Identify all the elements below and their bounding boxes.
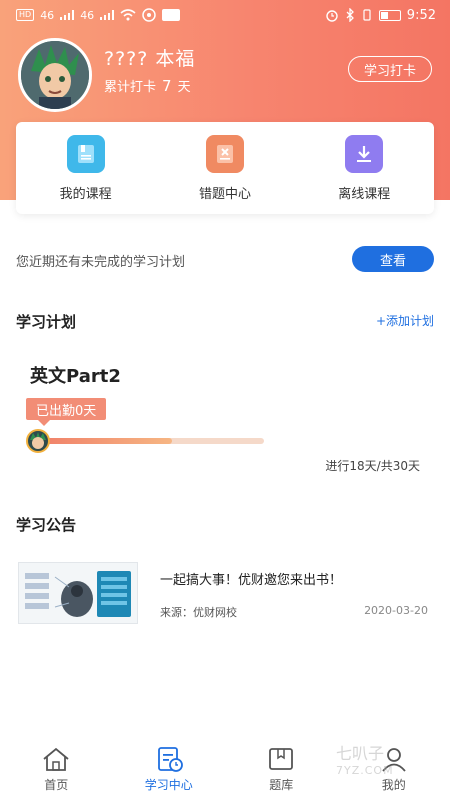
question-bank-icon: [269, 747, 294, 770]
watermark-sub: 7YZ.COM: [336, 764, 394, 777]
watermark: 七叭子 7YZ.COM: [336, 740, 394, 777]
progress-avatar-icon: [26, 429, 50, 453]
quick-link-offline-courses[interactable]: 离线课程: [304, 134, 424, 202]
announcement-source: 来源：优财网校: [160, 606, 237, 619]
user-name: ???? 本福: [104, 48, 196, 70]
announcement-title: 学习公告: [16, 516, 77, 534]
quick-link-wrong-questions[interactable]: 错题中心: [165, 134, 285, 202]
checkin-days: 7: [162, 77, 172, 95]
checkin-label: 累计打卡: [104, 80, 157, 95]
battery-icon: [378, 9, 401, 21]
nav-label: 首页: [44, 777, 69, 792]
status-bar: HD 46 46 9:52: [0, 0, 450, 30]
nav-home[interactable]: 首页: [6, 746, 106, 793]
status-time: 9:52: [406, 7, 436, 23]
announcement-thumbnail[interactable]: [18, 562, 138, 624]
avatar-character-icon: [21, 41, 89, 109]
plan-notice-text: 您近期还有未完成的学习计划: [16, 255, 186, 270]
quick-links-card: 我的课程 错题中心 离线课程: [16, 122, 434, 214]
quick-link-label: 错题中心: [198, 186, 251, 202]
quick-link-label: 我的课程: [59, 186, 112, 202]
announcement-date: 2020-03-20: [364, 604, 428, 617]
home-icon: [43, 747, 69, 771]
signal-icon-2: [100, 10, 115, 20]
nav-label: 我的: [381, 777, 406, 792]
nav-label: 题库: [269, 777, 294, 792]
attendance-badge: 已出勤0天: [26, 398, 107, 426]
announcement-diagram-icon: [25, 571, 131, 617]
quick-link-label: 离线课程: [338, 186, 391, 202]
bluetooth-icon: [346, 8, 354, 22]
plan-progress-fill: [34, 438, 172, 444]
checkin-unit: 天: [177, 80, 191, 95]
signal-4g-label-1: 46: [40, 8, 55, 22]
alarm-icon: [326, 10, 338, 22]
course-book-icon: [66, 134, 105, 173]
vibrate-icon: [363, 9, 371, 21]
nav-label: 学习中心: [144, 777, 193, 792]
nav-question-bank[interactable]: 题库: [231, 746, 331, 793]
plan-progress-bar: [26, 429, 264, 453]
quick-link-my-courses[interactable]: 我的课程: [26, 134, 146, 202]
signal-icon: [60, 10, 75, 20]
add-plan-link[interactable]: +添加计划: [376, 312, 434, 329]
announcement-item-title[interactable]: 一起搞大事！优财邀您来出书！: [160, 569, 342, 588]
watermark-text: 七叭子: [336, 744, 385, 763]
checkin-total: 累计打卡 7 天: [104, 76, 191, 95]
hd-indicator: HD: [16, 9, 35, 21]
study-center-icon: [157, 746, 183, 772]
view-plan-button[interactable]: 查看: [352, 246, 434, 272]
nav-study-center[interactable]: 学习中心: [119, 746, 219, 793]
signal-4g-label-2: 46: [80, 8, 95, 22]
app-badge-icon: [162, 9, 181, 21]
wrong-questions-icon: [205, 134, 244, 173]
status-right: 9:52: [325, 8, 436, 23]
status-left: HD 46 46: [16, 8, 181, 22]
wifi-icon: [120, 9, 136, 21]
app-notification-icon: [142, 8, 156, 22]
course-title[interactable]: 英文Part2: [30, 362, 121, 388]
study-plan-title: 学习计划: [16, 313, 77, 331]
avatar[interactable]: [18, 38, 92, 112]
progress-text: 进行18天/共30天: [325, 459, 420, 473]
checkin-button[interactable]: 学习打卡: [348, 56, 432, 82]
download-icon: [345, 134, 384, 173]
